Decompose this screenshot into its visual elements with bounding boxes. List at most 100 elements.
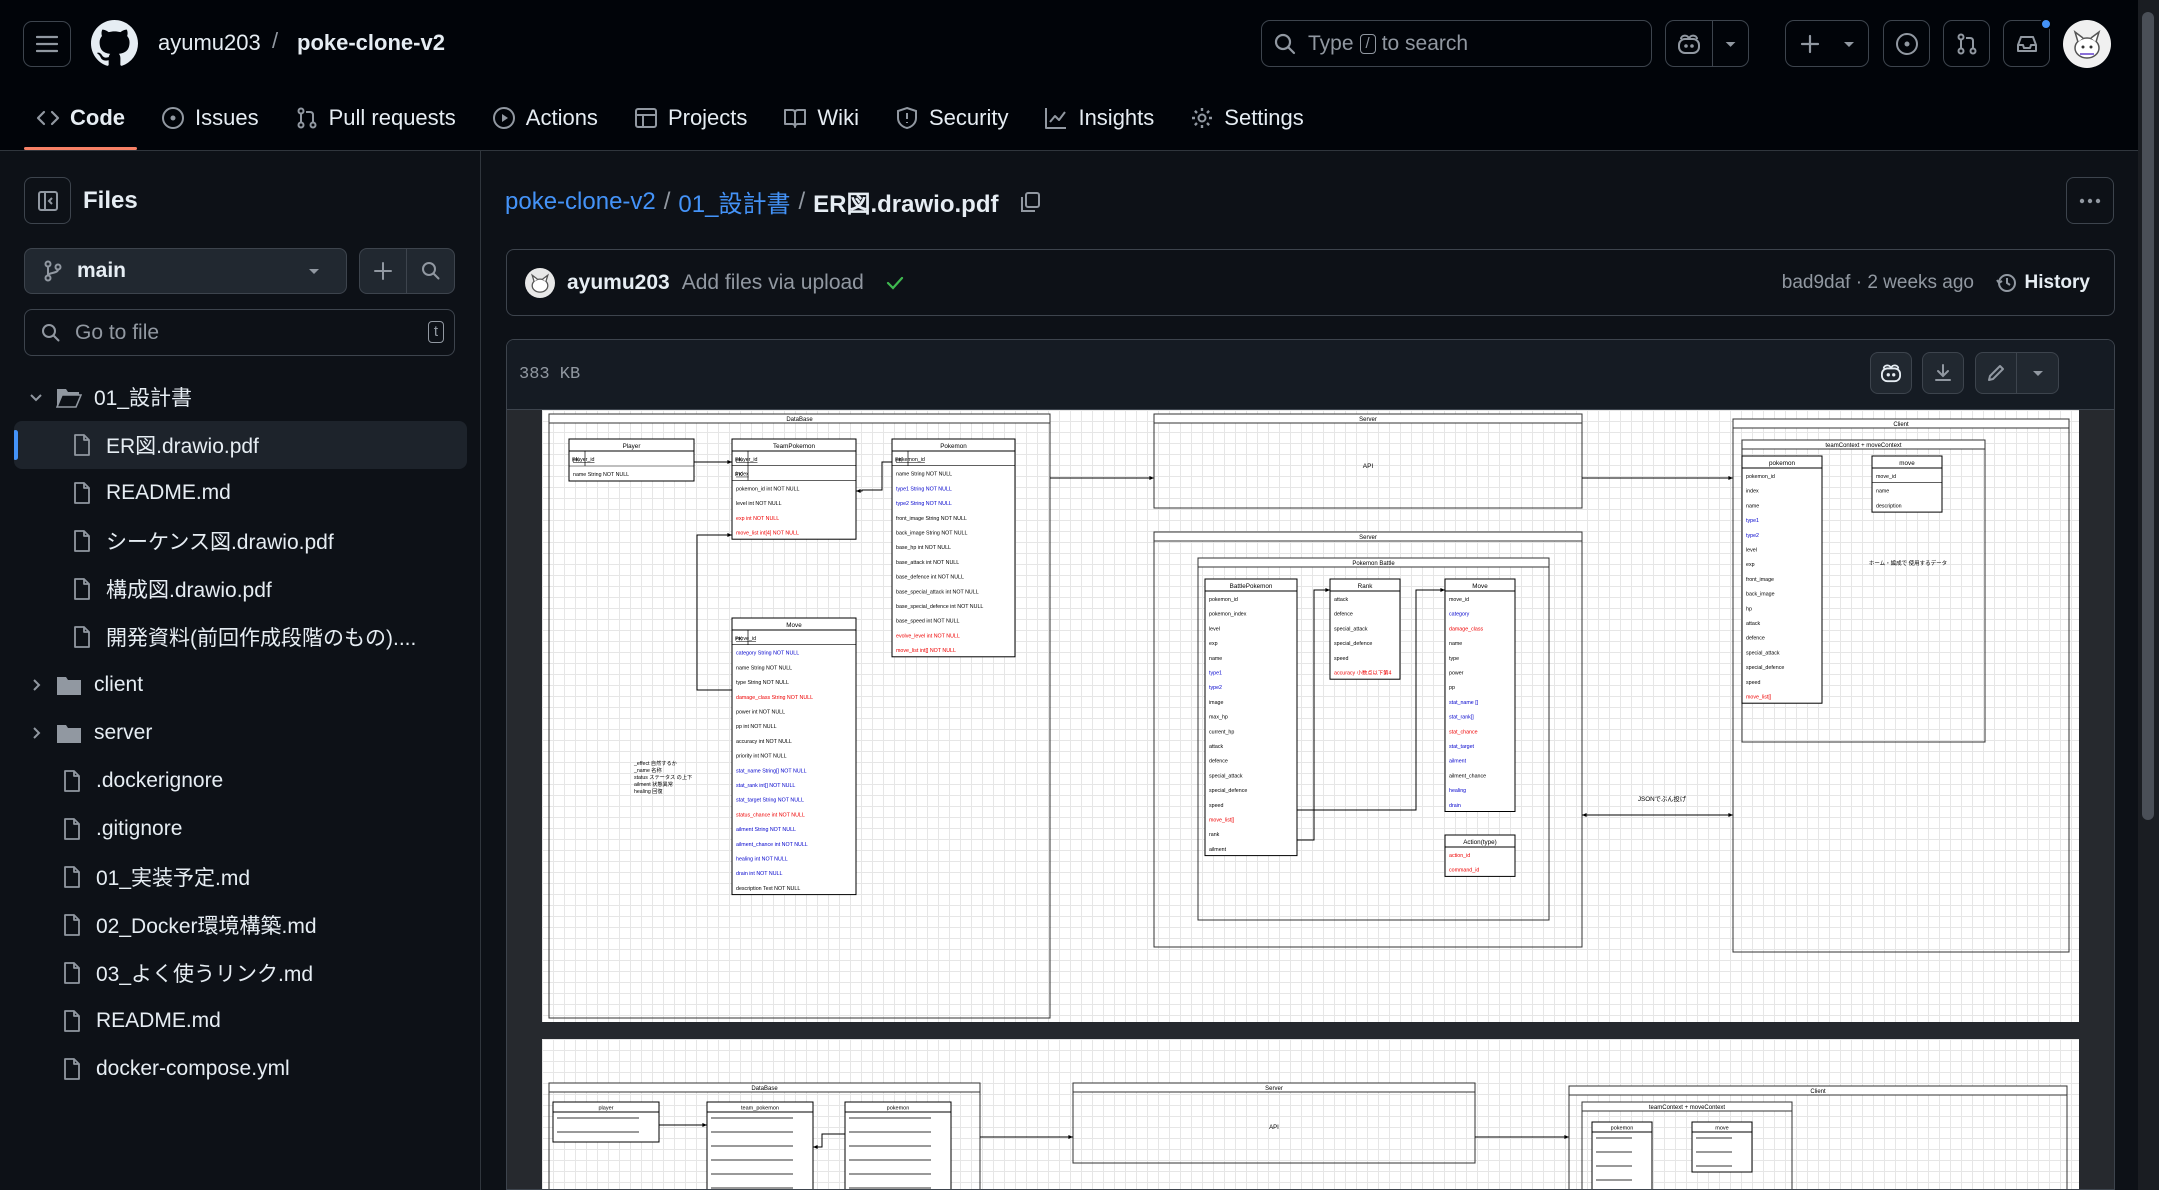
er-table-row: type1 String NOT NULL [896, 486, 952, 492]
github-logo-icon[interactable] [91, 20, 138, 67]
er-container [1153, 413, 1583, 509]
commit-sha-time[interactable]: bad9daf · 2 weeks ago [1782, 272, 1974, 294]
copy-path-button[interactable] [1018, 190, 1042, 214]
tab-code[interactable]: Code [24, 96, 137, 150]
menu-button[interactable] [23, 21, 71, 67]
er-table-row: description Text NOT NULL [736, 886, 800, 892]
repo-link[interactable]: poke-clone-v2 [297, 30, 445, 56]
er-table-row: base_special_defence int NOT NULL [896, 604, 983, 610]
er-table-row: power int NOT NULL [736, 709, 785, 715]
page-scrollbar[interactable] [2138, 0, 2159, 1190]
tree-file[interactable]: 構成図.drawio.pdf [0, 565, 481, 613]
tree-file[interactable]: .dockerignore [0, 757, 481, 805]
download-icon [1935, 364, 1951, 381]
er-relation-line [696, 534, 732, 691]
go-to-file-input[interactable]: Go to file t [24, 309, 455, 356]
er-table-row: stat_target [1449, 744, 1475, 750]
git-branch-icon [44, 260, 62, 282]
copilot-icon [1677, 34, 1700, 54]
commit-message[interactable]: Add files via upload [682, 271, 864, 295]
create-new-button[interactable] [1785, 20, 1869, 67]
chevron-down-icon [309, 269, 319, 274]
tree-file[interactable]: README.md [0, 997, 481, 1045]
tab-settings[interactable]: Settings [1178, 96, 1316, 140]
tree-file[interactable]: 02_Docker環境構築.md [0, 901, 481, 949]
gear-icon [1192, 108, 1213, 128]
file-toolbar: 383 KB [507, 340, 2114, 410]
er-relation-line [856, 461, 892, 492]
commit-author-avatar[interactable] [525, 267, 555, 298]
edit-button[interactable] [1975, 352, 2017, 394]
tab-wiki[interactable]: Wiki [771, 96, 871, 140]
tab-label: Pull requests [328, 105, 456, 130]
tree-file[interactable]: 開発資料(前回作成段階のもの).... [0, 613, 481, 661]
er-table-row: ailment_chance [1449, 773, 1486, 779]
breadcrumb-repo-link[interactable]: poke-clone-v2 [505, 188, 656, 216]
folder-icon [57, 725, 81, 743]
breadcrumb-separator: / [798, 187, 806, 215]
history-button[interactable]: History [1995, 272, 2090, 294]
check-icon[interactable] [884, 272, 906, 294]
search-files-button[interactable] [407, 249, 454, 293]
tree-folder[interactable]: 01_設計書 [0, 373, 481, 421]
inbox-icon [2016, 35, 2037, 52]
er-table-row: special_defence [1746, 665, 1784, 671]
er-table-title: Pokemon [940, 443, 967, 450]
er-table-row: action_id [1449, 853, 1470, 859]
commit-author[interactable]: ayumu203 [567, 271, 670, 295]
tree-file[interactable]: ER図.drawio.pdf [14, 421, 467, 469]
er-note-line: _effect 自然するか [633, 759, 677, 767]
tree-folder[interactable]: server [0, 709, 481, 757]
edit-options-button[interactable] [2017, 352, 2059, 394]
download-button[interactable] [1922, 352, 1964, 394]
collapse-sidebar-button[interactable] [24, 177, 71, 224]
tab-projects[interactable]: Projects [622, 96, 759, 140]
tree-folder[interactable]: client [0, 661, 481, 709]
er-table-row: base_hp int NOT NULL [896, 545, 951, 551]
pdf-viewer[interactable]: DataBase Player PK player_id name String NOT… [507, 410, 2114, 1189]
tree-file[interactable]: .gitignore [0, 805, 481, 853]
tab-security[interactable]: Security [883, 96, 1020, 140]
er-container-title: DataBase [751, 1086, 778, 1092]
tab-actions[interactable]: Actions [480, 96, 610, 140]
tree-item-label: 開発資料(前回作成段階のもの).... [106, 627, 417, 650]
add-file-button[interactable] [360, 249, 408, 293]
er-table-row: speed [1746, 680, 1760, 686]
er-table-row: ailment String NOT NULL [736, 827, 796, 833]
tab-issues[interactable]: Issues [149, 96, 271, 140]
tree-file[interactable]: 01_実装予定.md [0, 853, 481, 901]
branch-selector[interactable]: main [24, 248, 347, 294]
er-table-row: base_attack int NOT NULL [896, 560, 959, 566]
tree-file[interactable]: シーケンス図.drawio.pdf [0, 517, 481, 565]
avatar-image-icon [531, 272, 549, 293]
tree-file[interactable]: 03_よく使うリンク.md [0, 949, 481, 997]
er-table-row: healing int NOT NULL [736, 856, 788, 862]
scrollbar-thumb[interactable] [2142, 12, 2154, 820]
pull-requests-button[interactable] [1943, 20, 1990, 67]
er-table-row: drain [1449, 803, 1461, 809]
er-table-row: pokemon_id [1209, 597, 1238, 603]
er-table-row: name [1746, 503, 1759, 509]
er-table-row: player_id [736, 457, 758, 463]
more-options-button[interactable] [2066, 177, 2114, 224]
tree-file[interactable]: docker-compose.yml [0, 1045, 481, 1093]
search-input[interactable]: Type / to search [1261, 20, 1652, 67]
tab-insights[interactable]: Insights [1032, 96, 1166, 140]
copilot-file-button[interactable] [1870, 352, 1912, 394]
user-avatar[interactable] [2063, 20, 2111, 68]
tab-pull-requests[interactable]: Pull requests [283, 96, 468, 140]
er-table-row: move_id [736, 636, 756, 642]
breadcrumb-folder-link[interactable]: 01_設計書 [678, 184, 790, 219]
tree-file[interactable]: README.md [0, 469, 481, 517]
inbox-button[interactable] [2003, 18, 2052, 67]
issues-button[interactable] [1883, 20, 1930, 67]
er-table-row: special_defence [1334, 641, 1372, 647]
er-table-row: name [1876, 489, 1889, 495]
copilot-button[interactable] [1665, 20, 1749, 67]
er-table-row: pp int NOT NULL [736, 724, 777, 730]
er-table-row: stat_name [] [1449, 700, 1479, 706]
er-table-row: level int NOT NULL [736, 501, 782, 507]
owner-link[interactable]: ayumu203 [158, 30, 261, 56]
er-client-note: ホーム・編成で 使用するデータ [1869, 559, 1947, 567]
er-table-row: pokemon_index [1209, 612, 1247, 618]
